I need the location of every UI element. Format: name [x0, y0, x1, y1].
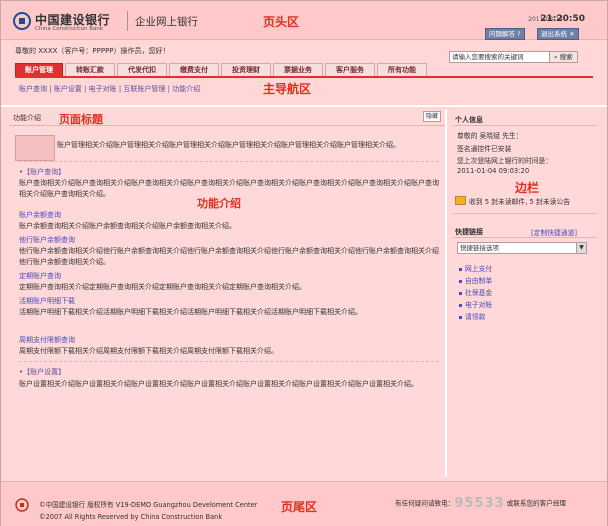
section-divider-2 [19, 361, 439, 362]
logout-icon: ✕ [567, 30, 575, 38]
last-login-label: 您上次登陆网上银行的时间是： [457, 157, 553, 165]
function-region-label: 功能介绍 [197, 197, 241, 210]
help-button[interactable]: 问题解答 ? [485, 28, 525, 40]
footer-copyright-en: ©2007 All Rights Reserved by China Const… [39, 513, 223, 521]
quick-links-title: 快捷链接 [455, 228, 483, 236]
main-divider [1, 105, 607, 107]
section-title-account-settings[interactable]: •【账户设置】 [19, 367, 65, 377]
mail-icon [455, 196, 466, 205]
sub-navigation[interactable]: 账户查询 | 账户设置 | 电子对账 | 互联账户管理 | 功能介绍 [19, 84, 200, 94]
header-time: 21:20:50 [540, 14, 585, 24]
bullet-icon [459, 315, 462, 319]
section-title-account-query[interactable]: •【账户查询】 [19, 167, 65, 177]
tab-payment[interactable]: 缴费支付 [169, 63, 219, 76]
intro-text: 账户管理相关介绍账户管理相关介绍账户管理相关介绍账户管理相关介绍账户管理相关介绍… [57, 141, 400, 149]
text-other-bank-balance: 他行账户余额查询相关介绍他行账户余额查询相关介绍他行账户余额查询相关介绍他行账户… [19, 247, 439, 266]
text-balance-query: 账户余额查询相关介绍账户余额查询相关介绍账户余额查询相关介绍。 [19, 222, 236, 230]
header: 中国建设银行 China Construction Bank 企业网上银行 页头… [1, 1, 607, 40]
quick-link-label: 网上支付 [465, 265, 493, 273]
mail-notice[interactable]: 收到 5 封未读邮件, 5 封未读公告 [469, 196, 570, 206]
footer: ©中国建设银行 版权所有 V19-DEMO Guangzhou Develome… [1, 481, 607, 526]
cert-status: 签名通控件已安装 [457, 145, 512, 153]
logout-button-label: 退出系统 [541, 30, 567, 38]
bullet-icon [459, 267, 462, 271]
sidebar: 个人信息 尊敬的 吴晓斌 先生： 签名通控件已安装 您上次登陆网上银行的时间是：… [453, 109, 599, 477]
footer-copyright-cn: ©中国建设银行 版权所有 V19-DEMO Guangzhou Develome… [39, 501, 258, 509]
tab-bills[interactable]: 票据业务 [273, 63, 323, 76]
text-term-account-query: 定期账户查询相关介绍定期账户查询相关介绍定期账户查询相关介绍定期账户查询相关介绍… [19, 283, 306, 291]
text-periodic-limit-query: 周期支付限额下载相关介绍周期支付限额下载相关介绍周期支付限额下载相关介绍。 [19, 347, 278, 355]
link-other-bank-balance[interactable]: 他行账户余额查询 [19, 235, 75, 245]
tab-underline [15, 76, 593, 78]
sidebar-region-label: 边栏 [515, 181, 540, 195]
header-region-label: 页头区 [263, 15, 300, 29]
section-text-account-settings: 账户设置相关介绍账户设置相关介绍账户设置相关介绍账户设置相关介绍账户设置相关介绍… [19, 380, 418, 388]
last-login-time: 2011-01-04 09:03:20 [457, 167, 530, 175]
quick-link-item[interactable]: 自由制单 [459, 275, 492, 285]
logout-button[interactable]: 退出系统 ✕ [537, 28, 579, 40]
tab-all-functions[interactable]: 所有功能 [377, 63, 427, 76]
tab-transfer[interactable]: 转账汇款 [65, 63, 115, 76]
link-current-detail-download[interactable]: 活期账户明细下载 [19, 296, 75, 306]
page-frame: 中国建设银行 China Construction Bank 企业网上银行 页头… [0, 0, 608, 526]
link-term-account-query[interactable]: 定期账户查询 [19, 271, 61, 281]
main-content: 功能介绍 页面标题 隐藏 账户管理相关介绍账户管理相关介绍账户管理相关介绍账户管… [9, 109, 447, 477]
title-divider [9, 125, 445, 126]
page-title: 功能介绍 [13, 114, 41, 122]
hotline-suffix: 或联系您的客户经理 [504, 499, 567, 508]
bullet-icon [459, 291, 462, 295]
sidebar-divider [453, 125, 597, 126]
quick-link-label: 请领款 [465, 313, 486, 321]
hide-sidebar-button[interactable]: 隐藏 [422, 111, 441, 122]
search-icon: ⌕ [554, 53, 558, 61]
card-illustration-icon [15, 135, 55, 161]
bank-name-en: China Construction Bank [35, 26, 104, 32]
user-greeting: 尊敬的 XXXX（客户号：PPPPP）操作员，您好！ [15, 47, 170, 55]
quick-links-select[interactable]: 快捷链接选项 ▼ [457, 242, 587, 254]
search-input[interactable]: 请输入您要搜索的关键词 [449, 51, 551, 63]
sidebar-divider-3 [453, 237, 597, 238]
hotline-number: 95533 [454, 496, 505, 511]
quick-link-item[interactable]: 电子对账 [459, 299, 492, 309]
personal-info-title: 个人信息 [455, 116, 483, 124]
ccb-footer-logo-icon [15, 498, 29, 512]
tab-account-management[interactable]: 账户管理 [15, 63, 63, 76]
custom-links-link[interactable]: [定制快捷通道] [531, 227, 577, 237]
quick-link-item[interactable]: 请领款 [459, 311, 485, 321]
bullet-icon [459, 303, 462, 307]
help-icon: ? [515, 30, 521, 38]
link-periodic-limit-query[interactable]: 周期支付限额查询 [19, 335, 75, 345]
hotline-prefix: 有任何疑问请致电： [395, 499, 455, 508]
footer-region-label: 页尾区 [281, 500, 318, 514]
quick-link-label: 社保基金 [465, 289, 493, 297]
tab-investment[interactable]: 投资理财 [221, 63, 271, 76]
sidebar-greeting: 尊敬的 吴晓斌 先生： [457, 132, 523, 140]
quick-links-select-value: 快捷链接选项 [460, 244, 499, 252]
chevron-down-icon: ▼ [576, 243, 586, 253]
quick-link-label: 电子对账 [465, 301, 493, 309]
bullet-icon [459, 279, 462, 283]
nav-region-label: 主导航区 [263, 82, 312, 96]
search-button-label: 搜索 [559, 53, 573, 61]
link-balance-query[interactable]: 账户余额查询 [19, 210, 61, 220]
hotline: 有任何疑问请致电：95533 或联系您的客户经理 [395, 496, 566, 511]
text-current-detail-download: 活期账户明细下载相关介绍活期账户明细下载相关介绍活期账户明细下载相关介绍活期账户… [19, 308, 362, 316]
section-divider [19, 161, 439, 162]
tab-customer-service[interactable]: 客户服务 [325, 63, 375, 76]
search-button[interactable]: ⌕ 搜索 [549, 51, 578, 63]
header-divider [127, 11, 128, 31]
ccb-logo-icon [13, 12, 31, 30]
quick-link-label: 自由制单 [465, 277, 493, 285]
quick-link-item[interactable]: 网上支付 [459, 263, 492, 273]
site-subtitle: 企业网上银行 [135, 16, 198, 28]
quick-link-item[interactable]: 社保基金 [459, 287, 492, 297]
help-button-label: 问题解答 [489, 30, 515, 38]
tab-agency[interactable]: 代发代扣 [117, 63, 167, 76]
sidebar-divider-2 [453, 213, 597, 214]
